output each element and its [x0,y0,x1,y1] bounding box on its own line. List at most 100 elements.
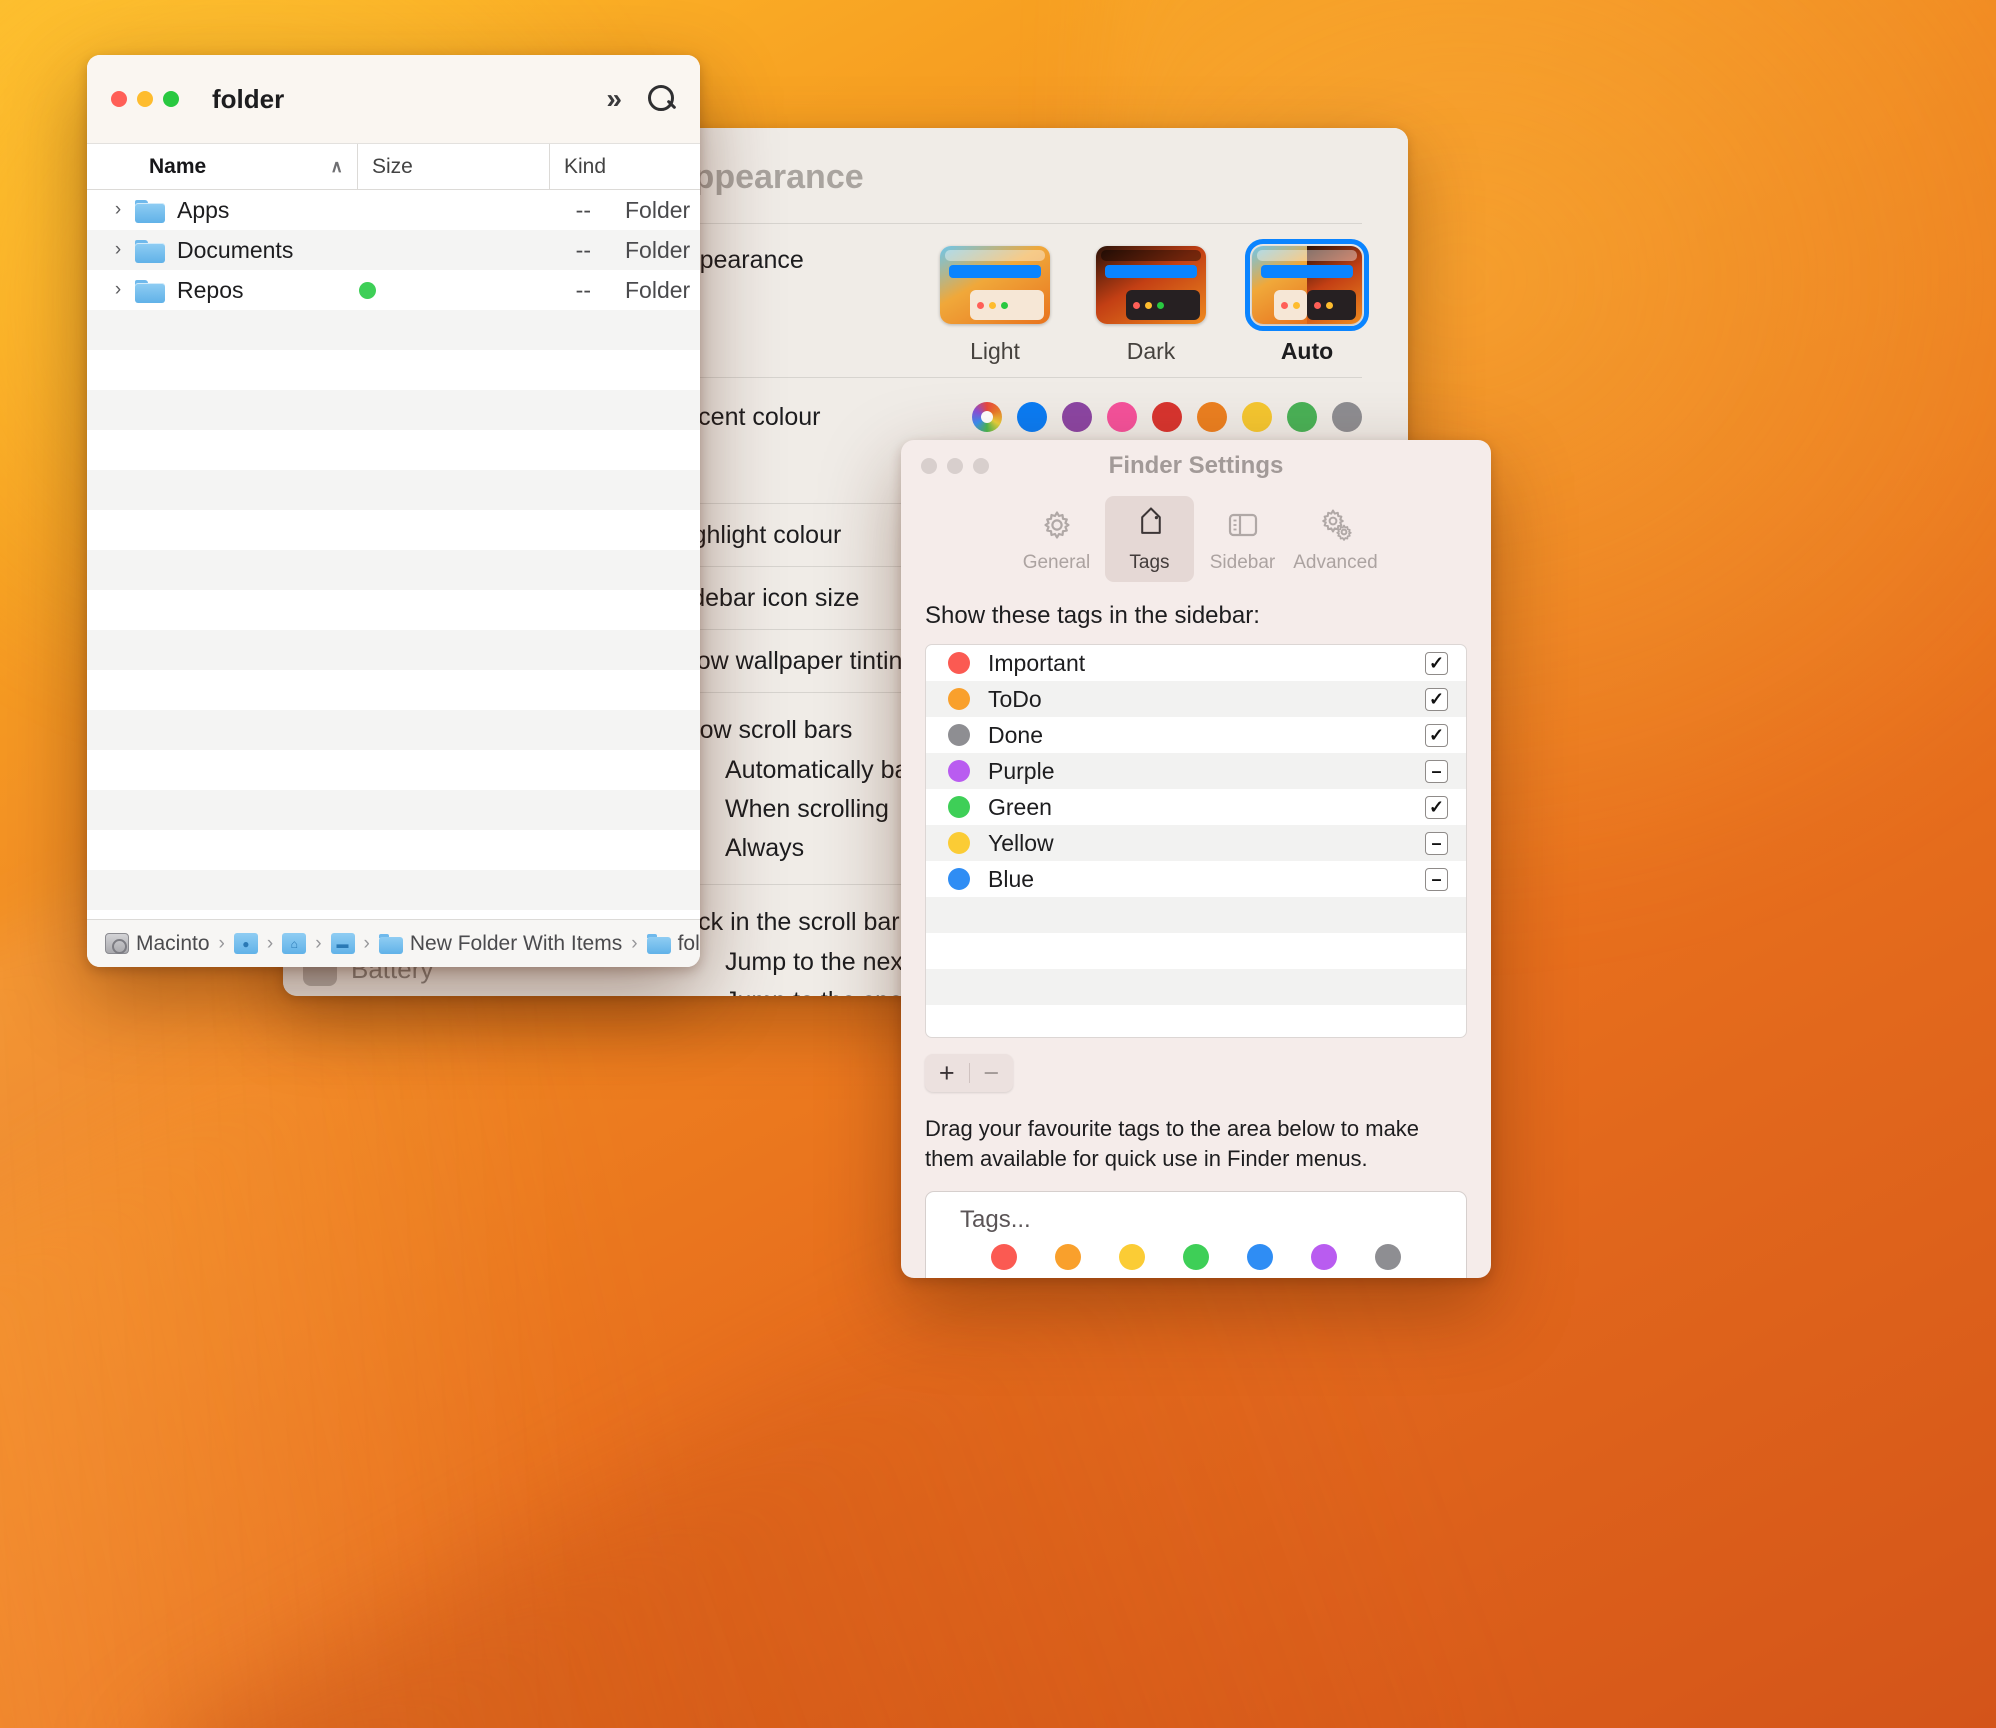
breadcrumb-item-folder[interactable]: folder [646,932,700,956]
tags-list[interactable]: Important ✓ ToDo ✓ Done ✓ Purple – Green… [925,644,1467,1038]
tag-checkbox[interactable]: ✓ [1425,723,1448,747]
tag-colour-swatch [948,760,970,782]
file-list[interactable]: › Apps -- Folder › Documents -- Folder ›… [87,190,700,919]
accent-swatch-pink[interactable] [1107,402,1137,432]
minimize-dot [1293,301,1300,309]
window-graphic [970,290,1044,320]
tag-checkbox[interactable]: ✓ [1425,651,1448,675]
table-row[interactable]: › Apps -- Folder [87,190,700,230]
gears-icon [1316,505,1356,545]
disclosure-triangle-icon[interactable]: › [103,199,133,221]
remove-tag-button[interactable]: − [970,1059,1014,1087]
empty-row [87,390,700,430]
finder-titlebar[interactable]: folder » [87,55,700,143]
column-header-size[interactable]: Size [357,144,549,189]
empty-row [87,550,700,590]
list-item[interactable]: Green ✓ [926,789,1466,825]
light-theme-thumbnail[interactable] [940,246,1050,324]
accent-swatch-graphite[interactable] [1332,402,1362,432]
breadcrumb-item-macintosh-hd[interactable]: Macinto [105,932,210,956]
favourite-tag-dots[interactable] [926,1244,1466,1271]
settings-tab-bar[interactable]: General Tags Sidebar Advanced [901,492,1491,596]
zoom-button[interactable] [163,91,179,107]
accent-colour-swatches[interactable] [972,402,1362,432]
favourite-tags-dropzone[interactable]: Tags... Favourite Tags [925,1191,1467,1278]
finder-toolbar-right[interactable]: » [606,83,676,115]
tag-checkbox[interactable]: – [1425,759,1448,783]
breadcrumb-item-new-folder-with-items[interactable]: New Folder With Items [378,932,622,956]
folder-icon [135,278,165,303]
more-toolbar-items-icon[interactable]: » [606,83,622,115]
finder-window[interactable]: folder » Name ∧ Size Kind › Apps -- Fold… [87,55,700,967]
traffic-lights[interactable] [111,91,179,107]
finder-settings-titlebar[interactable]: Finder Settings [901,440,1491,492]
empty-row [87,350,700,390]
breadcrumb-item-home[interactable]: ⌂ [282,933,307,954]
column-header-kind[interactable]: Kind [549,144,700,189]
tag-name: ToDo [988,685,1042,712]
disclosure-triangle-icon[interactable]: › [103,279,133,301]
tag-checkbox[interactable]: ✓ [1425,687,1448,711]
list-item[interactable]: Important ✓ [926,645,1466,681]
theme-option-light[interactable]: Light [940,246,1050,365]
tab-sidebar[interactable]: Sidebar [1198,496,1287,582]
list-item[interactable]: Blue – [926,861,1466,897]
list-item[interactable]: ToDo ✓ [926,681,1466,717]
table-row[interactable]: › Documents -- Folder [87,230,700,270]
add-remove-tag-buttons[interactable]: + − [925,1054,1013,1092]
folder-icon [646,933,671,954]
favourite-tag-blue[interactable] [1247,1244,1273,1271]
tag-name: Purple [988,757,1055,784]
theme-option-auto[interactable]: Auto [1245,239,1369,365]
theme-options[interactable]: Light Dark Auto [940,239,1369,365]
favourite-tag-orange[interactable] [1055,1244,1081,1271]
user-folder-icon: ● [233,933,258,954]
minimize-dot [1326,301,1333,309]
tab-tags[interactable]: Tags [1105,496,1194,582]
tag-checkbox[interactable]: – [1425,867,1448,891]
list-item[interactable]: Purple – [926,753,1466,789]
file-kind: Folder [625,276,691,303]
tab-advanced[interactable]: Advanced [1291,496,1380,582]
accent-swatch-red[interactable] [1152,402,1182,432]
favourite-tag-red[interactable] [991,1244,1017,1271]
breadcrumb[interactable]: Macinto › ● › ⌂ › ▬ › New Folder With It… [87,919,700,967]
accent-swatch-blue[interactable] [1017,402,1047,432]
breadcrumb-item-users[interactable]: ● [233,933,258,954]
accent-swatch-purple[interactable] [1062,402,1092,432]
favourite-tag-yellow[interactable] [1119,1244,1145,1271]
favourite-tag-grey[interactable] [1375,1244,1401,1271]
tag-checkbox[interactable]: ✓ [1425,795,1448,819]
tag-checkbox[interactable]: – [1425,831,1448,855]
empty-row [87,790,700,830]
finder-settings-window[interactable]: Finder Settings General Tags Sidebar Adv… [901,440,1491,1278]
auto-theme-thumbnail[interactable] [1245,239,1369,331]
accent-swatch-yellow[interactable] [1242,402,1272,432]
favourite-tag-purple[interactable] [1311,1244,1337,1271]
search-icon[interactable] [648,85,676,113]
tag-dot-cell [359,281,419,299]
empty-row [87,670,700,710]
empty-row [87,910,700,919]
column-headers[interactable]: Name ∧ Size Kind [87,143,700,190]
theme-option-dark[interactable]: Dark [1096,246,1206,365]
favourite-tag-green[interactable] [1183,1244,1209,1271]
column-header-name[interactable]: Name ∧ [87,144,357,189]
tag-colour-swatch [948,688,970,710]
list-item[interactable]: Done ✓ [926,717,1466,753]
add-tag-button[interactable]: + [925,1059,969,1087]
accent-swatch-multicolour[interactable] [972,402,1002,432]
accent-swatch-green[interactable] [1287,402,1317,432]
minimize-dot [1145,301,1152,309]
accent-swatch-orange[interactable] [1197,402,1227,432]
close-button[interactable] [111,91,127,107]
dark-theme-thumbnail[interactable] [1096,246,1206,324]
table-row[interactable]: › Repos -- Folder [87,270,700,310]
minimize-button[interactable] [137,91,153,107]
selection-bar-graphic [1105,265,1197,278]
disclosure-triangle-icon[interactable]: › [103,239,133,261]
tab-general[interactable]: General [1012,496,1101,582]
list-item[interactable]: Yellow – [926,825,1466,861]
breadcrumb-item-desktop[interactable]: ▬ [330,933,355,954]
desktop: Battery Appearance Appearance Light Dark… [0,0,1996,1728]
